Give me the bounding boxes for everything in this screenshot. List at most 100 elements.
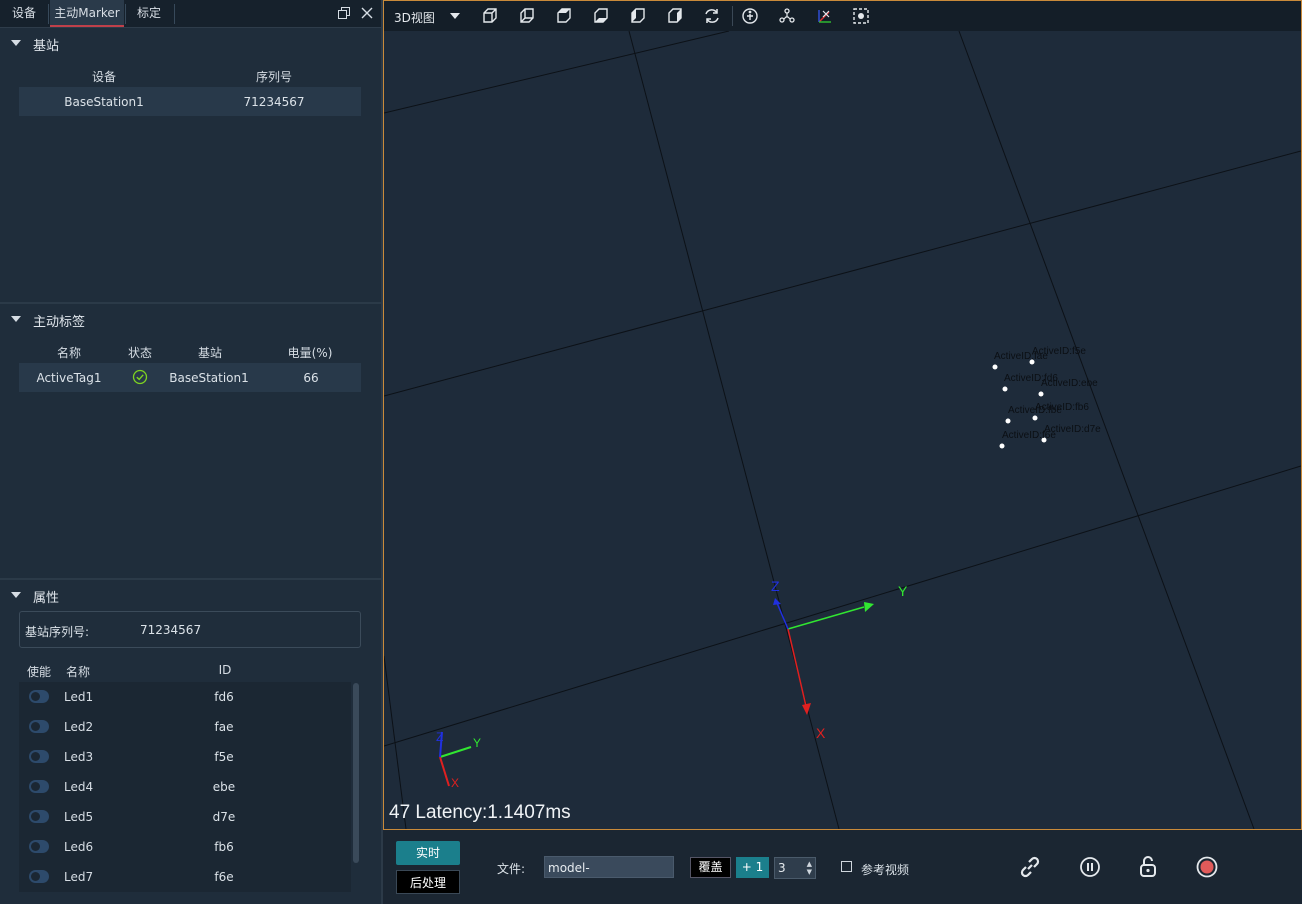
marker-point [1002,386,1008,392]
led-name: Led2 [64,720,94,734]
active-tag-section-header[interactable]: 主动标签 [0,306,381,332]
enable-toggle[interactable] [29,870,49,883]
realtime-button[interactable]: 实时 [396,841,460,865]
list-item[interactable]: Led5 d7e [19,802,351,832]
marker-point [992,364,998,370]
marker-label: ActiveID:f6e [1002,430,1056,441]
column-header-device: 设备 [91,70,116,84]
overwrite-button[interactable]: 覆盖 [690,857,731,878]
property-section-header[interactable]: 属性 [0,582,381,608]
list-item[interactable]: Led4 ebe [19,772,351,802]
latency-readout: 47 Latency:1.1407ms [389,802,571,823]
unlock-icon[interactable] [1135,854,1161,880]
led-id: fae [214,720,234,734]
top-view-icon[interactable] [555,7,573,25]
table-row[interactable]: ActiveTag1 BaseStation1 66 [19,363,361,392]
led-name: Led1 [64,690,94,704]
column-header-status: 状态 [127,346,152,360]
led-list[interactable]: Led1 fd6 Led2 fae Led3 f5e Led4 ebe Led5… [19,682,351,892]
led-id: d7e [212,810,236,824]
column-header-base: 基站 [197,346,222,360]
3d-viewport[interactable]: Y X Z Y X Z ActiveID:fae ActiveID:f5e Ac… [383,0,1302,830]
skeleton-view-icon[interactable] [741,7,759,25]
led-name: Led5 [64,810,94,824]
led-id: f5e [214,750,234,764]
device-name: BaseStation1 [64,95,144,109]
rigid-body-icon[interactable] [778,7,796,25]
section-divider [0,578,381,580]
list-item[interactable]: Led1 fd6 [19,682,351,712]
view-select[interactable]: 3D视图 [394,9,435,26]
left-view-icon[interactable] [629,7,647,25]
marker-point [1005,418,1011,424]
reference-video-checkbox[interactable] [841,861,852,872]
base-serial-value: 71234567 [140,623,202,637]
enable-toggle[interactable] [29,690,49,703]
marker-label: ActiveID:ebe [1041,378,1098,389]
tab-active-marker[interactable]: 主动Marker [50,0,124,27]
focus-selection-icon[interactable] [852,7,870,25]
column-header-enable: 使能 [26,665,51,679]
tab-calibration[interactable]: 标定 [128,0,170,26]
left-panel: 设备 主动Marker 标定 基站 设备 序列号 BaseStation1 71… [0,0,381,904]
base-serial-box: 基站序列号: 71234567 [19,611,361,648]
base-serial-label: 基站序列号: [25,625,90,639]
enable-toggle[interactable] [29,750,49,763]
column-header-id: ID [218,663,232,677]
led-name: Led6 [64,840,94,854]
enable-toggle[interactable] [29,720,49,733]
list-item[interactable]: Led7 f6e [19,862,351,892]
led-id: fd6 [214,690,234,704]
table-row[interactable]: BaseStation1 71234567 [19,87,361,116]
led-name: Led7 [64,870,94,884]
base-station-section-header[interactable]: 基站 [0,30,381,56]
enable-toggle[interactable] [29,810,49,823]
spinner-arrows-icon[interactable]: ▲ ▼ [807,860,812,876]
playback-bar: 实时 后处理 文件: model- 覆盖 + 1 3 ▲ ▼ 参考视频 [383,830,1302,904]
column-header-led-name: 名称 [65,665,90,679]
take-number-spinner[interactable]: 3 ▲ ▼ [774,857,816,879]
marker-point [1038,391,1044,397]
record-icon[interactable] [1194,854,1220,880]
enable-toggle[interactable] [29,840,49,853]
marker-label: ActiveID:fbe [1008,405,1062,416]
gizmo-y-label: Y [473,736,481,750]
section-title: 主动标签 [33,315,86,330]
enable-toggle[interactable] [29,780,49,793]
tag-name: ActiveTag1 [36,371,102,385]
list-item[interactable]: Led2 fae [19,712,351,742]
front-view-icon[interactable] [481,7,499,25]
refresh-icon[interactable] [703,7,721,25]
marker-point [1032,415,1038,421]
led-list-scrollbar[interactable] [353,683,359,863]
chevron-down-icon[interactable] [450,13,460,19]
y-axis-label: Y [898,583,908,599]
float-window-icon[interactable] [338,7,351,20]
column-header-battery: 电量(%) [287,346,333,360]
section-title: 基站 [33,39,60,54]
section-divider [0,302,381,304]
tag-base-station: BaseStation1 [169,371,249,385]
tab-devices[interactable]: 设备 [4,0,44,26]
list-item[interactable]: Led6 fb6 [19,832,351,862]
z-axis-label: Z [771,578,780,594]
tag-battery: 66 [303,371,319,385]
right-view-icon[interactable] [666,7,684,25]
x-axis-label: X [816,725,826,741]
3d-scene[interactable]: Y X Z Y X Z ActiveID:fae ActiveID:f5e Ac… [384,1,1301,829]
marker-axes-icon[interactable] [815,7,833,25]
led-id: f6e [214,870,234,884]
led-id: ebe [212,780,236,794]
increment-button[interactable]: + 1 [736,857,769,878]
close-icon[interactable] [361,7,373,19]
tab-bar: 设备 主动Marker 标定 [0,0,381,28]
link-icon[interactable] [1017,854,1043,880]
column-header-serial: 序列号 [255,70,292,84]
file-name-input[interactable]: model- [544,856,674,878]
back-view-icon[interactable] [518,7,536,25]
bottom-view-icon[interactable] [592,7,610,25]
device-serial: 71234567 [243,95,305,109]
list-item[interactable]: Led3 f5e [19,742,351,772]
postprocess-button[interactable]: 后处理 [396,870,460,894]
pause-icon[interactable] [1077,854,1103,880]
